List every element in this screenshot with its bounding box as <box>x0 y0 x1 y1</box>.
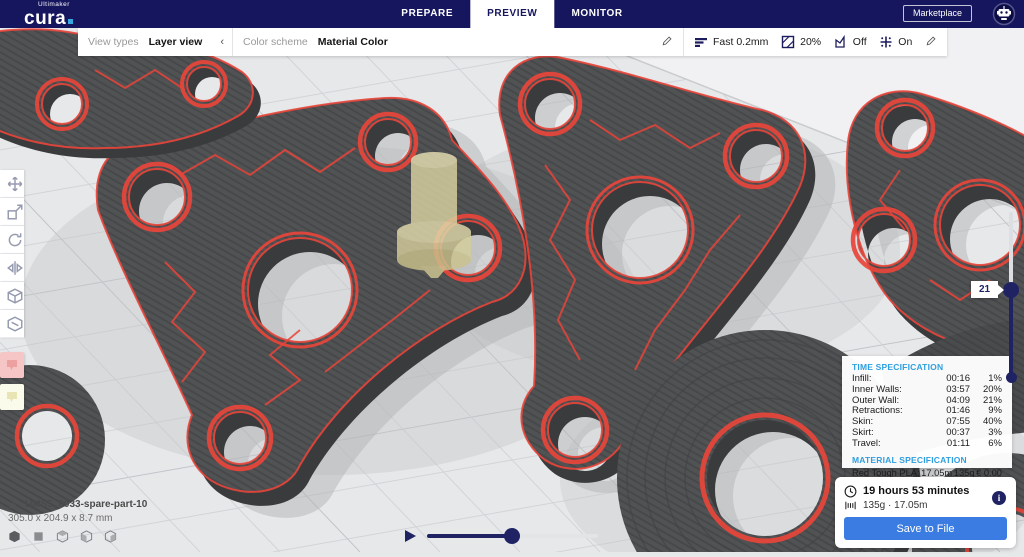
color-scheme-label: Color scheme <box>243 36 308 48</box>
view-left-button[interactable] <box>80 530 93 543</box>
support-icon <box>834 35 848 49</box>
stage-tabs: PREPARE PREVIEW MONITOR <box>384 0 639 28</box>
model-info: UMS5_0033-spare-part-10 305.0 x 204.9 x … <box>8 498 147 543</box>
brand-cura: cura <box>24 8 66 29</box>
time-spec-row: Skin:07:5540% <box>852 417 1002 428</box>
mirror-icon <box>6 259 24 277</box>
message-bubble-2-icon <box>5 390 19 404</box>
top-bar: Ultimakercura PREPARE PREVIEW MONITOR Ma… <box>0 0 1024 28</box>
infill-icon <box>781 35 795 49</box>
infill-value: 20% <box>800 36 821 48</box>
edit-print-settings-icon[interactable] <box>925 35 937 50</box>
support-value: Off <box>853 36 867 48</box>
marketplace-button[interactable]: Marketplace <box>903 5 972 22</box>
time-specification-panel: TIME SPECIFICATION Infill:00:161% Inner … <box>842 356 1012 468</box>
adhesion-setting[interactable]: On <box>879 35 912 49</box>
print-time-estimate: 19 hours 53 minutes <box>863 485 969 497</box>
left-toolbar <box>0 170 24 338</box>
profile-setting[interactable]: Fast 0.2mm <box>694 35 768 49</box>
layer-height-icon <box>694 35 708 49</box>
time-spec-row: Retractions:01:469% <box>852 406 1002 417</box>
message-bubble-icon <box>5 358 19 372</box>
edit-color-scheme-icon[interactable] <box>661 35 673 50</box>
print-time-row: 19 hours 53 minutes <box>844 484 1007 498</box>
rename-model-icon[interactable] <box>8 498 20 510</box>
material-estimate-row: 135g · 17.05m <box>844 498 1007 512</box>
per-model-settings-icon <box>6 287 24 305</box>
simulation-slider-track-remaining[interactable] <box>512 534 598 538</box>
simulation-play-button[interactable] <box>405 530 416 542</box>
material-usage-estimate: 135g · 17.05m <box>863 500 928 511</box>
model-dimensions: 305.0 x 204.9 x 8.7 mm <box>8 513 147 524</box>
camera-view-buttons <box>8 530 147 543</box>
notice-badge[interactable] <box>0 384 24 410</box>
color-scheme-selector[interactable]: Color scheme Material Color <box>232 28 683 56</box>
account-avatar[interactable] <box>992 2 1016 26</box>
view-types-label: View types <box>88 36 139 48</box>
brand-dot <box>68 19 73 24</box>
support-setting[interactable]: Off <box>834 35 867 49</box>
view-types-value[interactable]: Layer view <box>149 36 203 48</box>
support-blocker-button[interactable] <box>0 310 24 338</box>
view-3d-button[interactable] <box>8 530 21 543</box>
stage-menu-bar: View types Layer view ‹ Color scheme Mat… <box>78 28 947 56</box>
layer-number-tooltip: 21 <box>971 281 998 298</box>
view-front-button[interactable] <box>32 530 45 543</box>
save-to-file-button[interactable]: Save to File <box>844 517 1007 540</box>
time-spec-title: TIME SPECIFICATION <box>852 362 1002 372</box>
support-blocker-icon <box>6 315 24 333</box>
adhesion-icon <box>879 35 893 49</box>
simulation-slider-track-done[interactable] <box>427 534 512 538</box>
rotate-tool-button[interactable] <box>0 226 24 254</box>
chevron-left-icon[interactable]: ‹ <box>220 36 224 48</box>
tab-monitor[interactable]: MONITOR <box>554 0 639 28</box>
info-icon[interactable]: i <box>992 491 1006 505</box>
print-settings-summary[interactable]: Fast 0.2mm 20% Off On <box>683 28 947 56</box>
simulation-slider-handle[interactable] <box>504 528 520 544</box>
view-top-button[interactable] <box>56 530 69 543</box>
mirror-tool-button[interactable] <box>0 254 24 282</box>
warning-badge[interactable] <box>0 352 24 378</box>
move-tool-button[interactable] <box>0 170 24 198</box>
current-layer-value: 21 <box>979 284 990 295</box>
time-spec-row: Inner Walls:03:5720% <box>852 385 1002 396</box>
profile-value: Fast 0.2mm <box>713 36 768 48</box>
tab-preview[interactable]: PREVIEW <box>470 0 554 28</box>
clock-icon <box>844 485 857 498</box>
layer-slider-track-lower[interactable] <box>1009 290 1013 378</box>
tab-prepare[interactable]: PREPARE <box>384 0 470 28</box>
infill-setting[interactable]: 20% <box>781 35 821 49</box>
view-right-button[interactable] <box>104 530 117 543</box>
robot-avatar-icon <box>992 2 1016 26</box>
app-logo[interactable]: Ultimakercura <box>24 2 73 28</box>
color-scheme-value[interactable]: Material Color <box>318 36 388 48</box>
view-types-selector[interactable]: View types Layer view ‹ <box>78 28 232 56</box>
scale-icon <box>6 203 24 221</box>
filament-spool-icon <box>844 499 857 512</box>
rotate-icon <box>6 231 24 249</box>
layer-slider-track-upper[interactable] <box>1009 212 1013 290</box>
model-name[interactable]: UMS5_0033-spare-part-10 <box>25 499 147 510</box>
material-spec-title: MATERIAL SPECIFICATION <box>852 455 1002 465</box>
scale-tool-button[interactable] <box>0 198 24 226</box>
time-spec-row: Travel:01:116% <box>852 439 1002 450</box>
output-panel: 19 hours 53 minutes 135g · 17.05m i Save… <box>835 477 1016 548</box>
move-icon <box>6 175 24 193</box>
adhesion-value: On <box>898 36 912 48</box>
layer-slider-bottom-handle[interactable] <box>1006 372 1017 383</box>
per-model-settings-button[interactable] <box>0 282 24 310</box>
